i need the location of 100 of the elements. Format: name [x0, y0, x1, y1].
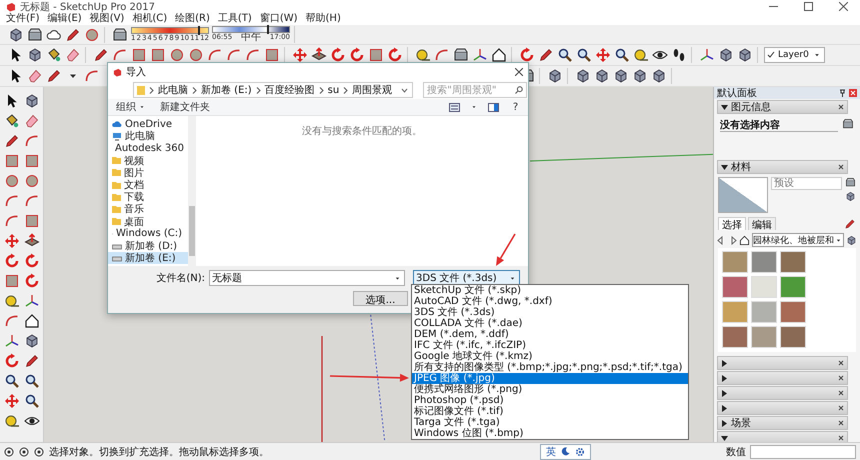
house-icon[interactable]: [739, 234, 750, 246]
rotate-icon[interactable]: [24, 253, 40, 269]
move-icon[interactable]: [595, 47, 611, 63]
menu-item[interactable]: 帮助(H): [302, 13, 345, 25]
material-swatch[interactable]: [751, 326, 777, 348]
info-circle-icon[interactable]: [19, 446, 29, 456]
magnifier-icon[interactable]: [614, 47, 630, 63]
paint-bucket-icon[interactable]: [46, 47, 62, 63]
menu-item[interactable]: 编辑(E): [44, 13, 86, 25]
cube-icon[interactable]: [651, 68, 667, 84]
close-icon[interactable]: [838, 405, 844, 411]
collapsed-triangle-icon[interactable]: [721, 374, 728, 382]
cube-icon[interactable]: [632, 68, 648, 84]
close-icon[interactable]: [838, 390, 844, 396]
cube-icon[interactable]: [845, 191, 856, 202]
nav-item[interactable]: 文档: [108, 178, 188, 192]
diamond-arrow-icon[interactable]: [311, 47, 327, 63]
rectangle-icon[interactable]: [4, 153, 20, 169]
eraser-icon[interactable]: [24, 113, 40, 129]
rectangle-icon[interactable]: [150, 47, 166, 63]
move-icon[interactable]: [4, 233, 20, 249]
menu-item[interactable]: 绘图(R): [171, 13, 214, 25]
search-field[interactable]: 搜索"周围景观": [423, 82, 528, 98]
cube-icon[interactable]: [8, 26, 24, 42]
close-icon[interactable]: [838, 164, 844, 170]
footprints-icon[interactable]: [671, 47, 687, 63]
rotate-icon[interactable]: [330, 47, 346, 63]
circle-icon[interactable]: [84, 26, 100, 42]
pencil-icon[interactable]: [844, 218, 856, 230]
pencil-icon[interactable]: [46, 68, 62, 84]
material-swatch[interactable]: [780, 276, 806, 298]
nav-item[interactable]: Autodesk 360: [108, 142, 188, 155]
cube-icon[interactable]: [27, 47, 43, 63]
circle-icon[interactable]: [169, 47, 185, 63]
box-icon[interactable]: [112, 26, 128, 42]
dropdown-option[interactable]: Google 地球文件 (*.kmz): [412, 351, 688, 362]
arc-icon[interactable]: [434, 47, 450, 63]
arc-icon[interactable]: [207, 47, 223, 63]
cube-icon[interactable]: [718, 47, 734, 63]
collapsed-triangle-icon[interactable]: [721, 420, 728, 426]
info-circle-icon[interactable]: [4, 446, 14, 456]
dropdown-option[interactable]: COLLADA 文件 (*.dae): [412, 318, 688, 329]
library-select[interactable]: 园林绿化、地被层和: [752, 233, 844, 247]
slider-thumb[interactable]: [266, 25, 269, 34]
pencil-icon[interactable]: [93, 47, 109, 63]
maximize-icon[interactable]: [804, 2, 813, 11]
pencil-icon[interactable]: [538, 47, 554, 63]
help-button[interactable]: ?: [509, 100, 522, 114]
breadcrumb[interactable]: 百度经验图: [264, 83, 315, 97]
material-swatch[interactable]: [751, 276, 777, 298]
tape-measure-icon[interactable]: [415, 47, 431, 63]
dropdown-option[interactable]: AutoCAD 文件 (*.dwg, *.dxf): [412, 296, 688, 307]
cube-icon[interactable]: [613, 68, 629, 84]
ime-mode[interactable]: 英: [546, 444, 556, 458]
menu-item[interactable]: 窗口(W): [256, 13, 302, 25]
circle-icon[interactable]: [4, 173, 20, 189]
dropdown-option[interactable]: DEM (*.dem, *.ddf): [412, 329, 688, 340]
move-icon[interactable]: [292, 47, 308, 63]
nav-item[interactable]: 图片: [108, 166, 188, 179]
axes-icon[interactable]: [4, 333, 20, 349]
rotate-icon[interactable]: [4, 253, 20, 269]
rotate-icon[interactable]: [24, 273, 40, 289]
close-icon[interactable]: [838, 420, 844, 426]
section-header[interactable]: 图元信息: [717, 100, 848, 114]
rotate-icon[interactable]: [349, 47, 365, 63]
breadcrumb[interactable]: 周围景观: [352, 83, 392, 97]
section-header[interactable]: 材料: [717, 160, 848, 174]
box-icon[interactable]: [453, 47, 469, 63]
preview-pane-icon[interactable]: [488, 102, 499, 112]
dropdown-option[interactable]: SketchUp 文件 (*.skp): [412, 285, 688, 296]
arc-icon[interactable]: [4, 213, 20, 229]
gear-icon[interactable]: [575, 446, 585, 456]
breadcrumb[interactable]: 此电脑: [158, 83, 188, 97]
arc-icon[interactable]: [226, 47, 242, 63]
magnifier-icon[interactable]: [24, 373, 40, 389]
dropdown-option[interactable]: 所有支持的图像类型 (*.bmp;*.jpg;*.png;*.psd;*.tif;*.tga): [412, 362, 688, 373]
arc-icon[interactable]: [4, 193, 20, 209]
nav-item[interactable]: 音乐: [108, 203, 188, 216]
dropdown-option[interactable]: Photoshop (*.psd): [412, 395, 688, 406]
cube-icon[interactable]: [594, 68, 610, 84]
close-icon[interactable]: [838, 360, 844, 366]
nav-item[interactable]: 新加卷 (E:): [108, 252, 188, 264]
breadcrumb[interactable]: 新加卷 (E:): [201, 83, 252, 97]
dropdown-option[interactable]: Targa 文件 (*.tga): [412, 417, 688, 428]
close-icon[interactable]: [838, 104, 844, 110]
magnifier-icon[interactable]: [4, 373, 20, 389]
dropdown-option[interactable]: 3DS 文件 (*.3ds): [412, 307, 688, 318]
axes-icon[interactable]: [24, 293, 40, 309]
slider-thumb[interactable]: [198, 26, 200, 34]
material-swatch[interactable]: [722, 251, 748, 273]
pin-icon[interactable]: [839, 89, 846, 97]
box-icon[interactable]: [845, 177, 856, 188]
measurements-field[interactable]: [750, 444, 856, 458]
box-icon[interactable]: [27, 26, 43, 42]
section-header[interactable]: 场景: [717, 416, 848, 430]
cube-icon[interactable]: [737, 47, 753, 63]
arc-icon[interactable]: [24, 193, 40, 209]
arc-icon[interactable]: [4, 313, 20, 329]
menu-item[interactable]: 文件(F): [2, 13, 44, 25]
arc-icon[interactable]: [24, 133, 40, 149]
